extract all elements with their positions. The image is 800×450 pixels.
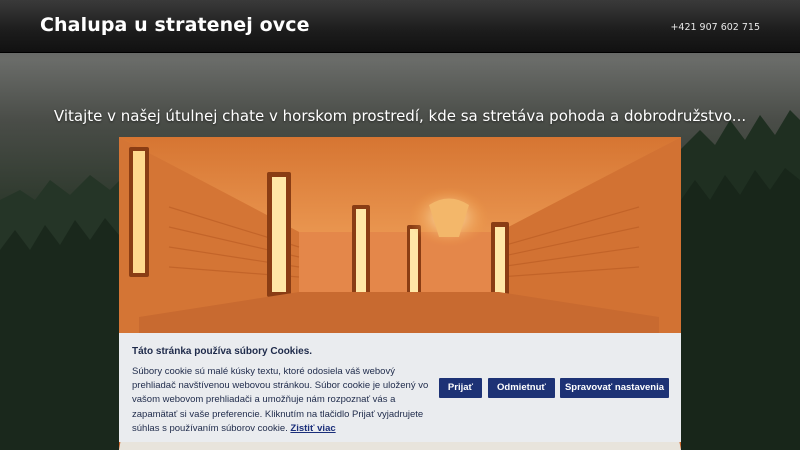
cookie-banner: Táto stránka používa súbory Cookies. Súb… [119, 333, 681, 442]
reject-cookies-button[interactable]: Odmietnuť [488, 378, 555, 398]
accept-cookies-button[interactable]: Prijať [439, 378, 482, 398]
site-title[interactable]: Chalupa u stratenej ovce [40, 14, 310, 36]
welcome-text: Vitajte v našej útulnej chate v horskom … [53, 107, 747, 125]
phone-number[interactable]: +421 907 602 715 [670, 22, 760, 33]
site-header: Chalupa u stratenej ovce +421 907 602 71… [0, 0, 800, 53]
cookie-banner-text: Súbory cookie sú malé kúsky textu, ktoré… [132, 365, 430, 436]
manage-settings-button[interactable]: Spravovať nastavenia [560, 378, 669, 398]
cookie-banner-title: Táto stránka používa súbory Cookies. [132, 346, 313, 357]
learn-more-link[interactable]: Zistiť viac [290, 423, 335, 434]
cookie-description: Súbory cookie sú malé kúsky textu, ktoré… [132, 366, 429, 434]
